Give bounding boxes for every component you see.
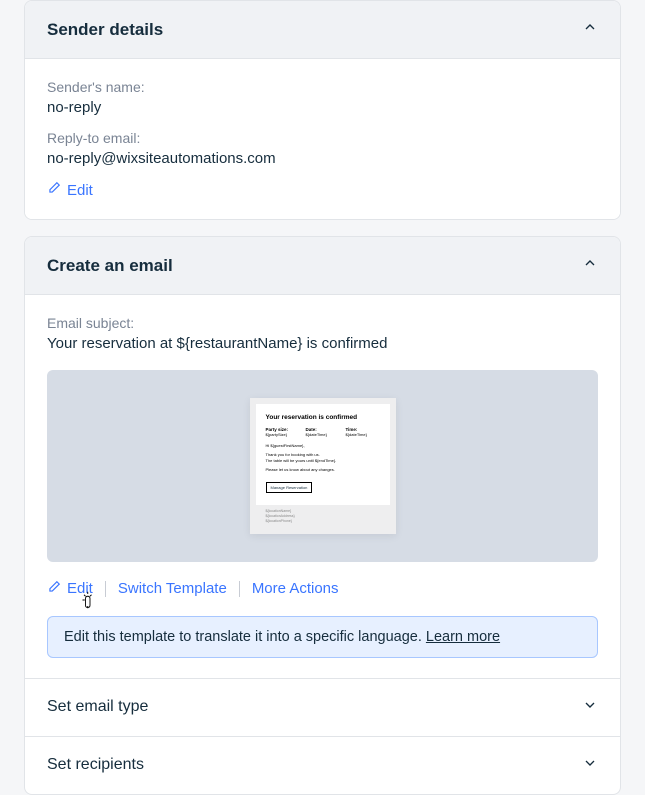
preview-date-value: ${dateTime} bbox=[306, 432, 340, 437]
pencil-icon bbox=[47, 580, 61, 598]
create-email-panel: Create an email Email subject: Your rese… bbox=[24, 236, 621, 679]
divider bbox=[105, 581, 106, 597]
sender-details-body: Sender's name: no-reply Reply-to email: … bbox=[25, 58, 620, 219]
preview-time-value: ${dateTime} bbox=[346, 432, 380, 437]
chevron-up-icon bbox=[582, 19, 598, 40]
create-email-title: Create an email bbox=[47, 256, 173, 276]
preview-line1: Thank you for booking with us. bbox=[266, 452, 380, 457]
banner-text: Edit this template to translate it into … bbox=[64, 629, 426, 645]
sender-edit-button[interactable]: Edit bbox=[47, 181, 93, 199]
set-recipients-header[interactable]: Set recipients bbox=[24, 737, 621, 795]
create-email-body: Email subject: Your reservation at ${res… bbox=[25, 294, 620, 678]
email-subject-label: Email subject: bbox=[47, 315, 598, 331]
preview-greeting: Hi ${guestFirstName}, bbox=[266, 443, 380, 448]
sender-details-panel: Sender details Sender's name: no-reply R… bbox=[24, 0, 621, 220]
preview-party-value: ${partySize} bbox=[266, 432, 300, 437]
more-actions-button[interactable]: More Actions bbox=[252, 580, 339, 597]
preview-manage-button: Manage Reservation bbox=[266, 482, 313, 493]
email-preview-container: Your reservation is confirmed Party size… bbox=[47, 370, 598, 562]
more-actions-label: More Actions bbox=[252, 580, 339, 597]
sender-details-header[interactable]: Sender details bbox=[25, 1, 620, 58]
set-email-type-header[interactable]: Set email type bbox=[24, 679, 621, 737]
sender-edit-label: Edit bbox=[67, 182, 93, 199]
translate-banner: Edit this template to translate it into … bbox=[47, 616, 598, 658]
preview-footer: ${locationName} ${locationAddress} ${loc… bbox=[256, 505, 390, 528]
chevron-down-icon bbox=[582, 697, 598, 718]
preview-line2: The table will be yours until ${endTime}… bbox=[266, 458, 380, 463]
pencil-icon bbox=[47, 181, 61, 199]
set-recipients-title: Set recipients bbox=[47, 756, 144, 774]
email-preview: Your reservation is confirmed Party size… bbox=[250, 398, 396, 534]
chevron-up-icon bbox=[582, 255, 598, 276]
template-edit-button[interactable]: Edit bbox=[47, 580, 93, 598]
email-subject-value: Your reservation at ${restaurantName} is… bbox=[47, 335, 598, 352]
sender-details-title: Sender details bbox=[47, 20, 163, 40]
preview-line3: Please let us know about any changes. bbox=[266, 467, 380, 472]
reply-to-label: Reply-to email: bbox=[47, 130, 598, 146]
sender-name-value: no-reply bbox=[47, 99, 598, 116]
template-edit-label: Edit bbox=[67, 580, 93, 597]
divider bbox=[239, 581, 240, 597]
set-email-type-title: Set email type bbox=[47, 698, 148, 716]
switch-template-label: Switch Template bbox=[118, 580, 227, 597]
switch-template-button[interactable]: Switch Template bbox=[118, 580, 227, 597]
create-email-header[interactable]: Create an email bbox=[25, 237, 620, 294]
learn-more-link[interactable]: Learn more bbox=[426, 629, 500, 645]
sender-name-label: Sender's name: bbox=[47, 79, 598, 95]
preview-title: Your reservation is confirmed bbox=[266, 414, 380, 421]
reply-to-value: no-reply@wixsiteautomations.com bbox=[47, 150, 598, 167]
chevron-down-icon bbox=[582, 755, 598, 776]
